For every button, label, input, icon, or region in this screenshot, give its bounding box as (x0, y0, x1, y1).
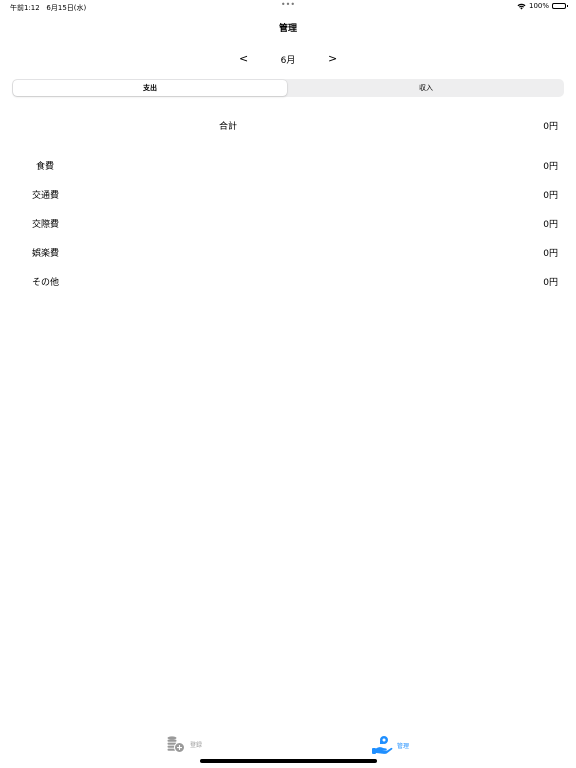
category-label: 交通費 (32, 191, 60, 201)
total-value: 0円 (543, 122, 558, 132)
status-bar: 午前1:12 6月15日(水) ••• 100% (0, 0, 576, 14)
segment-expense[interactable]: 支出 (13, 80, 287, 96)
category-row-social[interactable]: 交際費 0円 (0, 217, 576, 231)
category-value: 0円 (543, 191, 558, 201)
total-label: 合計 (219, 122, 238, 132)
expense-income-segmented-control: 支出 収入 (12, 79, 564, 97)
tab-register[interactable]: 登録 (166, 735, 202, 753)
status-date: 6月15日(水) (46, 4, 87, 12)
status-indicators: 100% (517, 2, 568, 10)
next-month-button[interactable]: > (328, 52, 337, 65)
previous-month-button[interactable]: < (239, 52, 248, 65)
category-value: 0円 (543, 220, 558, 230)
category-label: その他 (32, 278, 60, 288)
wifi-icon (517, 3, 526, 10)
tab-manage[interactable]: 管理 (371, 735, 409, 755)
category-value: 0円 (543, 162, 558, 172)
month-switcher: < 6月 > (0, 52, 576, 68)
hand-coin-icon (371, 735, 393, 755)
status-clock: 午前1:12 (10, 4, 40, 12)
coins-add-icon (166, 735, 186, 753)
month-label: 6月 (280, 56, 296, 66)
category-row-entertainment[interactable]: 娯楽費 0円 (0, 246, 576, 260)
category-value: 0円 (543, 278, 558, 288)
category-row-food[interactable]: 食費 0円 (0, 159, 576, 173)
category-row-other[interactable]: その他 0円 (0, 275, 576, 289)
tab-manage-label: 管理 (397, 742, 410, 750)
tab-register-label: 登録 (190, 741, 203, 749)
category-value: 0円 (543, 249, 558, 259)
battery-percent: 100% (528, 2, 549, 10)
category-label: 娯楽費 (32, 249, 60, 259)
category-label: 交際費 (32, 220, 60, 230)
battery-icon (552, 3, 568, 9)
total-row: 合計 0円 (0, 119, 576, 133)
segment-income[interactable]: 収入 (289, 80, 563, 96)
category-row-transport[interactable]: 交通費 0円 (0, 188, 576, 202)
status-time: 午前1:12 6月15日(水) (10, 3, 86, 13)
page-title: 管理 (278, 24, 297, 34)
multitasking-dots[interactable]: ••• (280, 0, 296, 9)
category-label: 食費 (36, 162, 55, 172)
home-indicator[interactable] (200, 759, 377, 763)
